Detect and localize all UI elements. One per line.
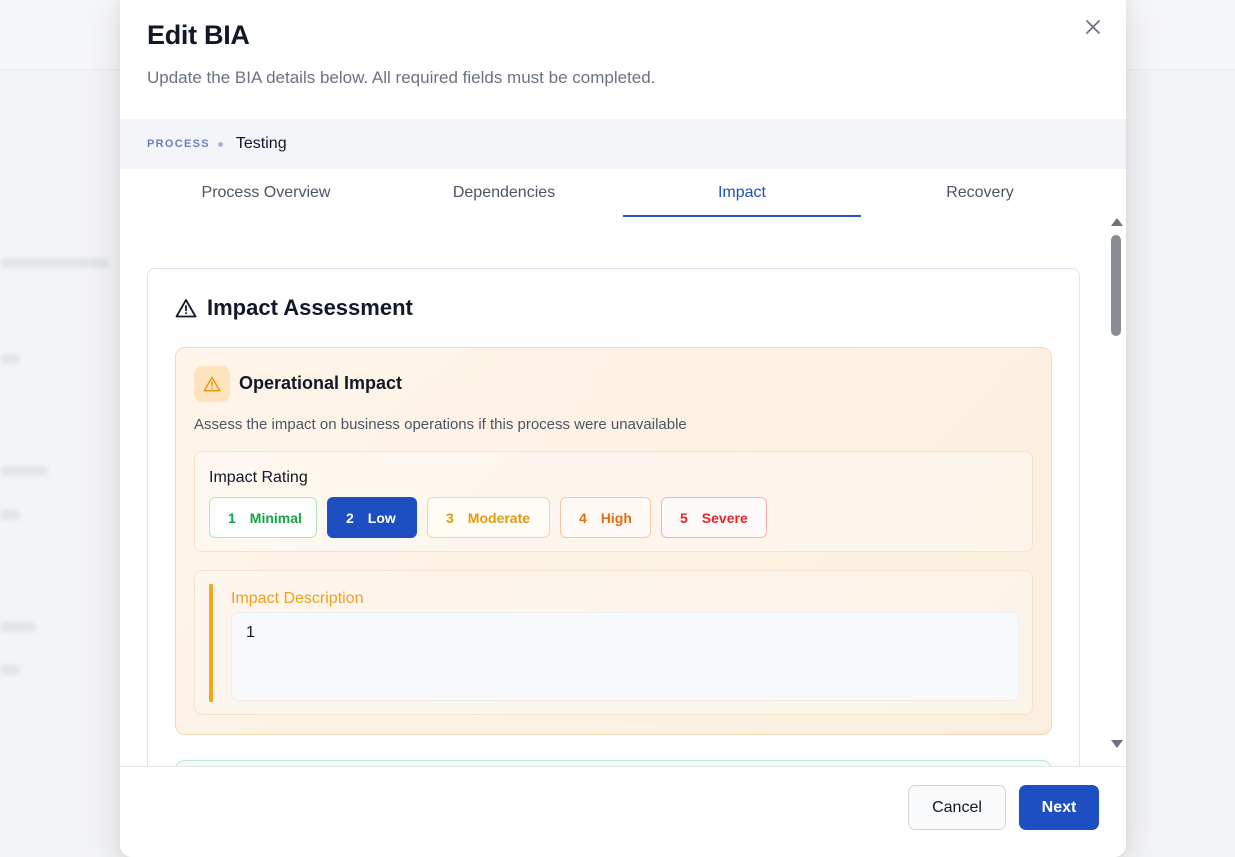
operational-impact-title: Operational Impact [239, 373, 403, 393]
impact-assessment-card: Impact Assessment Operational Impact Ass… [147, 268, 1080, 766]
rating-option-moderate[interactable]: 3 Moderate [427, 497, 550, 538]
tab-bar: Process Overview Dependencies Impact Rec… [147, 169, 1099, 217]
rating-label: Moderate [467, 509, 531, 526]
rating-option-low[interactable]: 2 Low [327, 497, 417, 538]
cancel-button[interactable]: Cancel [908, 785, 1006, 830]
rating-option-high[interactable]: 4 High [560, 497, 651, 538]
background-ghost-text [0, 622, 36, 632]
tab-dependencies[interactable]: Dependencies [385, 169, 623, 217]
process-label: PROCESS [147, 138, 210, 150]
close-icon [1086, 20, 1100, 34]
rating-option-severe[interactable]: 5 Severe [661, 497, 767, 538]
operational-impact-description: Assess the impact on business operations… [194, 416, 687, 433]
background-ghost-text [0, 665, 20, 675]
modal-footer: Cancel Next [120, 766, 1126, 857]
modal-title: Edit BIA [147, 20, 250, 50]
close-button[interactable] [1078, 12, 1108, 42]
process-name: Testing [235, 135, 287, 152]
background-ghost-text [0, 510, 20, 520]
rating-number: 3 [446, 509, 454, 526]
separator-dot [217, 141, 223, 147]
impact-rating-options: 1 Minimal 2 Low 3 Moderate 4 High 5 Seve… [209, 497, 767, 538]
impact-rating-label: Impact Rating [209, 469, 308, 486]
card-title: Impact Assessment [207, 295, 413, 320]
operational-impact-panel: Operational Impact Assess the impact on … [175, 347, 1052, 735]
impact-description-label: Impact Description [231, 590, 364, 607]
rating-label: Low [367, 509, 396, 526]
modal-subtitle: Update the BIA details below. All requir… [147, 68, 656, 87]
scrollbar[interactable] [1108, 217, 1124, 766]
modal-scroll-area: Impact Assessment Operational Impact Ass… [120, 217, 1126, 766]
operational-icon-box [194, 366, 230, 402]
rating-number: 4 [579, 509, 587, 526]
edit-bia-modal: Edit BIA Update the BIA details below. A… [120, 0, 1126, 857]
warning-triangle-icon [175, 299, 197, 318]
rating-option-minimal[interactable]: 1 Minimal [209, 497, 317, 538]
background-ghost-text [0, 354, 20, 364]
tab-process-overview[interactable]: Process Overview [147, 169, 385, 217]
accent-bar [209, 584, 213, 702]
rating-label: High [600, 509, 632, 526]
background-ghost-text [0, 466, 48, 476]
process-bar: PROCESS Testing [120, 119, 1126, 169]
impact-description-textarea[interactable]: 1 [231, 612, 1019, 701]
tab-impact[interactable]: Impact [623, 169, 861, 217]
scrollbar-thumb[interactable] [1111, 235, 1121, 336]
rating-label: Minimal [249, 509, 302, 526]
impact-rating-group: Impact Rating 1 Minimal 2 Low 3 Moderate [194, 451, 1033, 552]
scroll-up-arrow-icon[interactable] [1111, 218, 1123, 226]
card-header: Impact Assessment [175, 295, 413, 321]
rating-number: 1 [228, 509, 236, 526]
warning-icon [203, 376, 221, 392]
next-button[interactable]: Next [1019, 785, 1099, 830]
rating-number: 5 [680, 509, 688, 526]
scroll-down-arrow-icon[interactable] [1111, 740, 1123, 748]
tab-recovery[interactable]: Recovery [861, 169, 1099, 217]
impact-description-group: Impact Description 1 [194, 570, 1033, 715]
background-ghost-text [0, 258, 110, 268]
rating-label: Severe [701, 509, 748, 526]
rating-number: 2 [346, 509, 354, 526]
